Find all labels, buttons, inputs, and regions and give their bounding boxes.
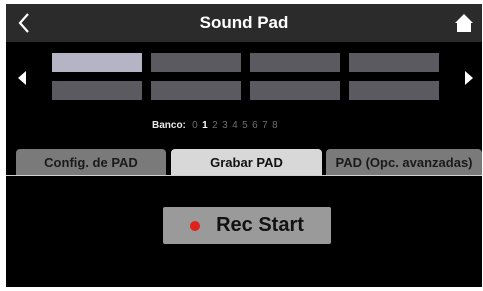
bank-number-1[interactable]: 1 [200,120,210,131]
header-bar: Sound Pad [6,4,482,42]
bank-number-4[interactable]: 4 [230,120,240,131]
pad-7[interactable] [250,81,340,100]
back-button[interactable] [10,9,38,37]
bank-number-2[interactable]: 2 [210,120,220,131]
page-title: Sound Pad [199,13,289,32]
pad-8[interactable] [349,81,439,100]
home-icon [455,14,473,32]
bank-label: Banco: [152,119,186,131]
bank-number-8[interactable]: 8 [270,120,280,131]
next-page-button[interactable] [459,66,479,90]
tab-grabar-pad[interactable]: Grabar PAD [171,149,322,176]
tab-config-pad[interactable]: Config. de PAD [16,149,166,176]
bank-number-3[interactable]: 3 [220,120,230,131]
pad-6[interactable] [151,81,241,100]
bank-number-6[interactable]: 6 [250,120,260,131]
bank-selector: Banco: 0 1 2 3 4 5 6 7 8 [152,118,280,132]
bank-number-7[interactable]: 7 [260,120,270,131]
tab-bar: Config. de PAD Grabar PAD PAD (Opc. avan… [6,149,482,176]
sound-pad-screen: Sound Pad Banco: 0 1 2 3 4 5 6 7 8 Confi… [6,4,482,287]
pad-2[interactable] [151,53,241,72]
triangle-left-icon [18,71,26,85]
tab-divider [6,175,482,176]
pad-1[interactable] [52,53,142,72]
rec-start-button[interactable]: Rec Start [163,207,331,244]
tab-pad-opc-avanzadas[interactable]: PAD (Opc. avanzadas) [326,149,482,176]
home-button[interactable] [450,9,478,37]
bank-number-0[interactable]: 0 [190,120,200,131]
chevron-left-icon [18,13,29,33]
bank-number-5[interactable]: 5 [240,120,250,131]
pad-4[interactable] [349,53,439,72]
pad-5[interactable] [52,81,142,100]
pad-grid [52,53,441,100]
record-dot-icon [190,220,201,231]
triangle-right-icon [465,71,473,85]
previous-page-button[interactable] [12,66,32,90]
rec-start-label: Rec Start [216,214,304,236]
pad-3[interactable] [250,53,340,72]
